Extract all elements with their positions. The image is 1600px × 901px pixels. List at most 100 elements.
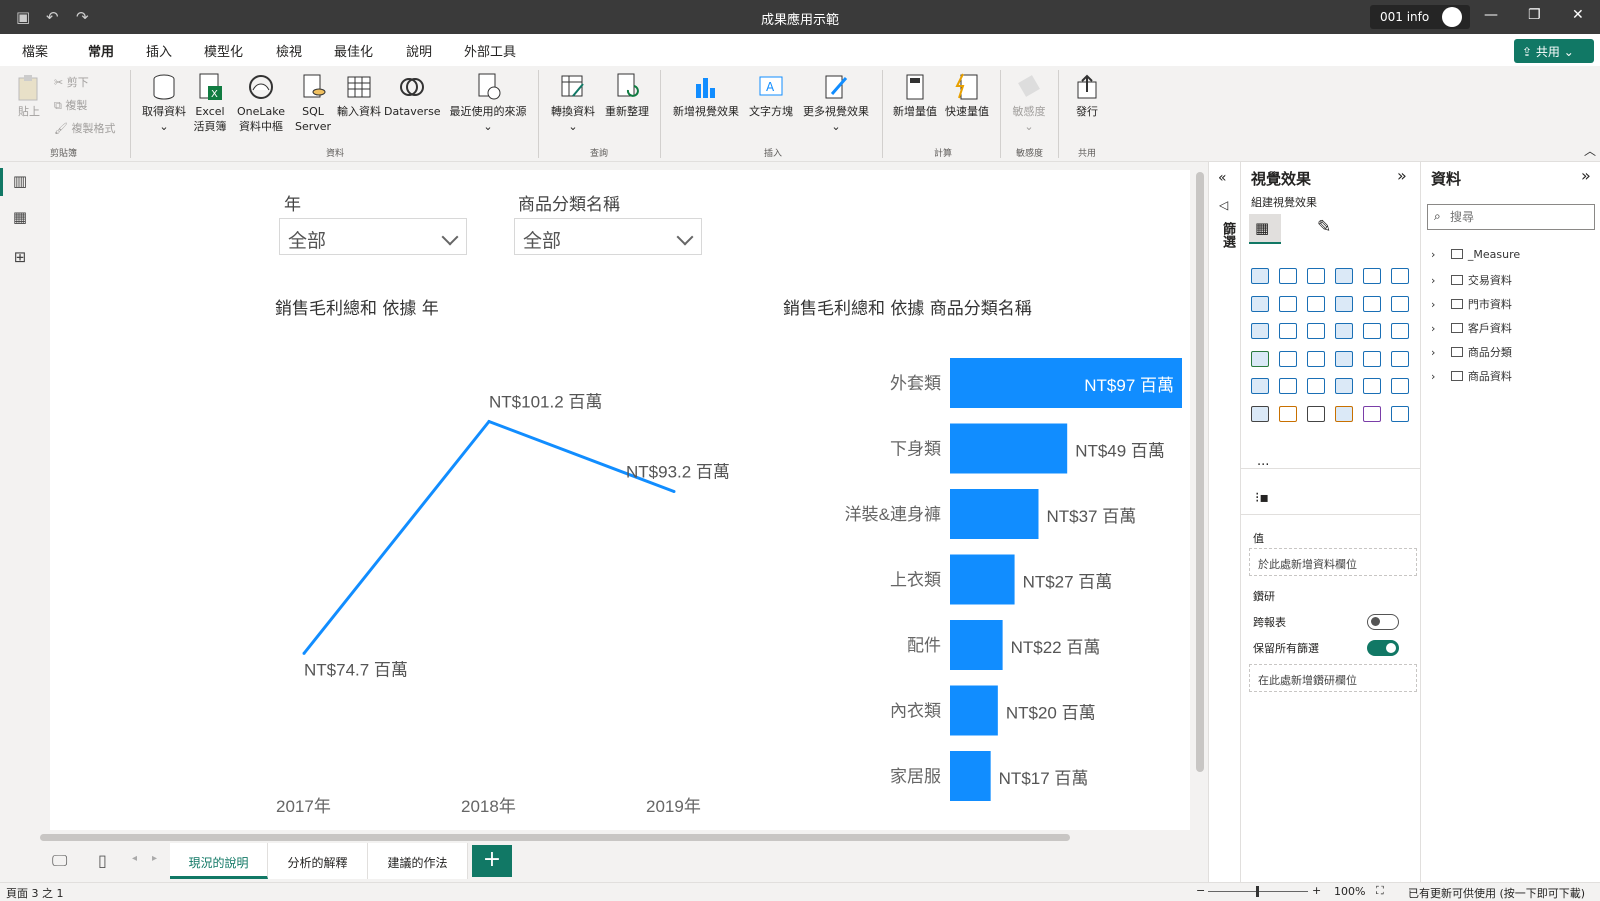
values-drop-zone[interactable]: 於此處新增資料欄位	[1249, 548, 1417, 576]
collapse-ribbon-icon[interactable]: ︿	[1584, 142, 1596, 159]
share-button[interactable]: ⇪ 共用 ⌄	[1514, 39, 1594, 63]
visual-type-icon[interactable]	[1307, 295, 1325, 312]
visual-type-icon[interactable]	[1335, 268, 1353, 284]
copy-button[interactable]: ⧉ 複製	[54, 97, 87, 113]
tab-external-tools[interactable]: 外部工具	[464, 41, 516, 60]
quick-measure-button[interactable]: 快速量值	[942, 72, 992, 119]
visual-type-icon[interactable]	[1279, 323, 1297, 339]
refresh-button[interactable]: 重新整理	[602, 72, 652, 119]
format-painter-button[interactable]: 🖌 複製格式	[54, 120, 115, 136]
bar-chart[interactable]: 外套類 NT$97 百萬下身類 NT$49 百萬洋裝&連身褲 NT$37 百萬上衣類 N…	[770, 330, 1190, 820]
visual-type-icon[interactable]	[1251, 378, 1269, 394]
visual-type-icon[interactable]	[1279, 268, 1297, 284]
visual-type-icon[interactable]	[1335, 295, 1353, 312]
tab-file[interactable]: 檔案	[22, 41, 48, 60]
visual-type-icon[interactable]	[1335, 350, 1353, 367]
maximize-icon[interactable]: ❐	[1528, 7, 1541, 23]
search-box[interactable]: ⌕	[1427, 204, 1595, 230]
zoom-thumb[interactable]	[1256, 886, 1259, 897]
more-visuals-button[interactable]: 更多視覺效果 ⌄	[798, 72, 874, 134]
visual-type-icon[interactable]	[1251, 268, 1269, 284]
tab-home[interactable]: 常用	[88, 41, 115, 69]
visual-type-icon[interactable]	[1363, 350, 1381, 367]
visual-type-icon[interactable]	[1307, 323, 1325, 339]
zoom-slider[interactable]	[1208, 886, 1308, 897]
horizontal-scrollbar[interactable]	[40, 834, 1070, 841]
cross-report-toggle[interactable]	[1367, 614, 1399, 630]
table-item-products[interactable]: › 商品資料	[1431, 368, 1512, 384]
table-item-measure[interactable]: › _Measure	[1431, 248, 1520, 261]
minimize-icon[interactable]: —	[1484, 7, 1498, 23]
year-slicer-dropdown[interactable]: 全部	[279, 218, 467, 255]
expand-icon[interactable]: «	[1218, 170, 1227, 186]
sensitivity-button[interactable]: 敏感度 ⌄	[1006, 72, 1052, 134]
paste-button[interactable]: 貼上	[12, 72, 46, 119]
table-item-customers[interactable]: › 客戶資料	[1431, 320, 1512, 336]
vertical-scrollbar[interactable]	[1196, 172, 1204, 772]
recent-sources-button[interactable]: 最近使用的來源 ⌄	[444, 72, 532, 134]
table-item-categories[interactable]: › 商品分類	[1431, 344, 1512, 360]
update-notice[interactable]: 已有更新可供使用 (按一下即可下載)	[1408, 885, 1585, 901]
visual-type-icon[interactable]	[1335, 378, 1353, 394]
line-chart[interactable]: NT$74.7 百萬 2017年 NT$101.2 百萬 2018年 NT$93.2 百…	[250, 330, 750, 820]
get-data-button[interactable]: 取得資料 ⌄	[140, 72, 188, 134]
prev-page-icon[interactable]: ◂	[132, 853, 137, 864]
cut-button[interactable]: ✂ 剪下	[54, 74, 89, 90]
visual-type-icon[interactable]	[1251, 295, 1269, 312]
add-page-button[interactable]: +	[472, 845, 512, 877]
account-button[interactable]: 001 info	[1370, 5, 1470, 29]
visual-type-icon[interactable]	[1307, 268, 1325, 284]
visual-type-icon[interactable]	[1391, 350, 1409, 367]
visual-type-icon[interactable]	[1307, 378, 1325, 394]
build-visual-tab[interactable]: ▦	[1249, 214, 1281, 244]
mobile-layout-icon[interactable]: ▯	[98, 851, 107, 870]
close-icon[interactable]: ✕	[1572, 7, 1584, 23]
drill-drop-zone[interactable]: 在此處新增鑽研欄位	[1249, 664, 1417, 692]
excel-button[interactable]: X Excel 活頁簿	[190, 72, 230, 134]
format-visual-icon[interactable]: ✎	[1317, 217, 1331, 237]
tab-insert[interactable]: 插入	[146, 41, 172, 60]
fit-to-page-icon[interactable]: ⛶	[1376, 884, 1384, 898]
visual-type-icon[interactable]	[1335, 323, 1353, 339]
next-page-icon[interactable]: ▸	[152, 853, 157, 864]
visual-type-icon[interactable]	[1391, 378, 1409, 394]
category-slicer-dropdown[interactable]: 全部	[514, 218, 702, 255]
visual-type-icon[interactable]	[1363, 295, 1381, 312]
visual-type-icon[interactable]	[1363, 268, 1381, 284]
collapse-icon[interactable]: »	[1581, 166, 1591, 185]
visual-type-icon[interactable]	[1251, 405, 1269, 422]
keep-filters-toggle[interactable]	[1367, 640, 1399, 656]
visual-type-icon[interactable]	[1251, 323, 1269, 339]
visual-type-icon[interactable]	[1391, 323, 1409, 339]
visual-type-icon[interactable]	[1307, 405, 1325, 422]
visual-type-icon[interactable]	[1391, 268, 1409, 284]
visual-type-icon[interactable]	[1279, 295, 1297, 312]
page-tab-3[interactable]: 建議的作法	[368, 843, 468, 879]
page-tab-2[interactable]: 分析的解釋	[268, 843, 368, 879]
new-measure-button[interactable]: 新增量值	[890, 72, 940, 119]
model-view-icon[interactable]: ⊞	[10, 248, 30, 268]
visual-type-icon[interactable]	[1391, 405, 1409, 422]
visual-type-icon[interactable]	[1363, 378, 1381, 394]
zoom-out-icon[interactable]: −	[1196, 884, 1205, 897]
visual-type-icon[interactable]	[1251, 350, 1269, 367]
visual-type-icon[interactable]	[1307, 350, 1325, 367]
visual-type-icon[interactable]	[1335, 405, 1353, 422]
page-tab-1[interactable]: 現況的說明	[170, 843, 268, 879]
search-input[interactable]	[1450, 208, 1590, 226]
table-view-icon[interactable]: ▦	[10, 208, 30, 228]
visual-type-icon[interactable]	[1363, 405, 1381, 422]
text-box-button[interactable]: A 文字方塊	[746, 72, 796, 119]
tab-optimize[interactable]: 最佳化	[334, 41, 373, 60]
publish-button[interactable]: 發行	[1064, 72, 1110, 119]
report-view-icon[interactable]: ▥	[0, 168, 30, 196]
visual-type-icon[interactable]	[1279, 378, 1297, 394]
tab-help[interactable]: 說明	[406, 41, 432, 60]
tab-view[interactable]: 檢視	[276, 41, 302, 60]
sql-server-button[interactable]: SQL Server	[294, 72, 332, 134]
visual-type-icon[interactable]	[1391, 295, 1409, 312]
collapse-icon[interactable]: »	[1397, 166, 1407, 185]
transform-data-button[interactable]: 轉換資料 ⌄	[548, 72, 598, 134]
enter-data-button[interactable]: 輸入資料	[336, 72, 382, 119]
visual-type-icon[interactable]	[1279, 350, 1297, 367]
